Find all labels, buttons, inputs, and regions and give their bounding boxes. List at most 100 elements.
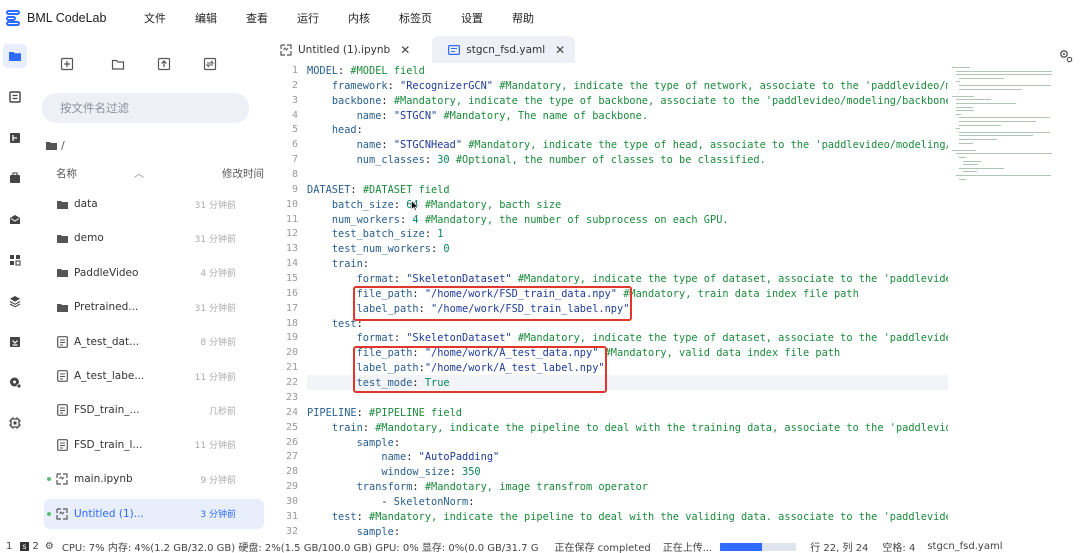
code-token: "SkeletonDataset" [406,273,512,286]
minimap-line [955,99,991,101]
code-line[interactable]: PIPELINE: #PIPELINE field [307,406,462,421]
menu-item-7[interactable]: 帮助 [512,10,534,26]
code-token: train [331,258,363,271]
menu-item-5[interactable]: 标签页 [399,10,432,26]
code-line[interactable]: format: "SkeletonDataset" #Mandatory, in… [307,272,948,287]
file-row[interactable]: PaddleVideo 4 分钟前 [44,258,264,288]
file-row[interactable]: A_test_dat... 8 分钟前 [44,327,264,357]
code-line[interactable]: test_num_workers: 0 [307,242,450,257]
code-line[interactable]: framework: "RecognizerGCN" #Mandatory, i… [307,79,948,94]
tab-stgcn-yaml[interactable]: stgcn_fsd.yaml ✕ [432,36,576,63]
file-modified-time: 4 分钟前 [200,269,236,280]
breadcrumb[interactable]: / [46,139,65,152]
activity-mail-button[interactable] [3,207,27,231]
code-line[interactable]: test: [307,317,363,332]
app-logo[interactable]: BML CodeLab [0,10,140,26]
activity-apps-button[interactable] [3,248,27,272]
activity-folder-button[interactable] [3,44,27,68]
menu-item-0[interactable]: 文件 [144,10,166,26]
close-icon[interactable]: ✕ [400,43,410,57]
status-count-1[interactable]: 1 [6,541,12,552]
cursor-position[interactable]: 行 22, 列 24 [810,540,868,553]
file-row[interactable]: data 31 分钟前 [44,189,264,219]
editor-tabs: Untitled (1).ipynb ✕ stgcn_fsd.yaml ✕ [264,36,1044,63]
file-row[interactable]: main.ipynb 9 分钟前 [44,464,264,494]
breadcrumb-path: / [61,139,65,152]
close-icon[interactable]: ✕ [555,43,565,57]
file-row[interactable]: FSD_train_... 几秒前 [44,395,264,425]
code-token: : [393,525,401,538]
minimap-line [955,113,962,115]
code-line[interactable]: test: #Mandatory, indicate the pipeline … [307,510,948,525]
code-line[interactable]: train: [307,257,369,272]
file-name: main.ipynb [74,473,133,486]
code-line[interactable]: window_size: 350 [307,465,480,480]
code-token: PIPELINE [307,406,357,419]
code-line[interactable]: format: "SkeletonDataset" #Mandatory, in… [307,331,948,346]
code-line[interactable]: num_classes: 30 #Optional, the number of… [307,153,766,168]
code-token: : [412,481,425,494]
menu-item-1[interactable]: 编辑 [195,10,217,26]
code-editor[interactable]: 1 2 3 4 5 6 7 8 9 10 11 12 13 14 15 16 17 18 19 20 21 22 23 24 2… [264,63,948,540]
upload-button[interactable] [156,56,172,72]
code-line[interactable]: test_batch_size: 1 [307,227,444,242]
code-line[interactable]: sample: [307,436,400,451]
refresh-button[interactable] [202,56,218,72]
settings-gear-icon[interactable] [1058,48,1074,64]
apps-icon [10,255,21,266]
column-modified[interactable]: 修改时间 [222,166,264,181]
code-line[interactable]: name: "AutoPadding" [307,450,499,465]
minimap[interactable] [948,63,1064,193]
menu-item-4[interactable]: 内核 [348,10,370,26]
code-line[interactable]: name: "STGCN" #Mandatory, The name of ba… [307,109,648,124]
file-row[interactable]: Untitled (1)... 3 分钟前 [44,498,264,529]
folder-icon [9,52,21,61]
indent-setting[interactable]: 空格: 4 [882,540,915,553]
code-line[interactable]: file_path: "/home/work/FSD_train_data.np… [307,287,859,302]
code-line[interactable]: backbone: #Mandatory, indicate the type … [307,94,948,109]
code-line[interactable]: transform: #Mandotary, image transfrom o… [307,480,648,495]
code-line[interactable]: head: [307,123,363,138]
yaml-icon [448,44,461,55]
activity-chip-button[interactable] [3,411,27,435]
code-line[interactable]: DATASET: #DATASET field [307,183,450,198]
sort-chevron-icon[interactable]: ︿ [134,165,144,180]
code-line[interactable]: sample: [307,525,400,540]
new-file-button[interactable] [59,56,75,72]
code-line[interactable]: test_mode: True [307,376,450,391]
code-line[interactable]: train: #Mandotary, indicate the pipeline… [307,421,948,436]
file-row[interactable]: demo 31 分钟前 [44,223,264,253]
activity-toolbox-button[interactable] [3,166,27,190]
code-token: #Mandatory, train data index file path [623,287,859,300]
code-line[interactable]: label_path:"/home/work/A_test_label.npy" [307,361,605,376]
menu-item-6[interactable]: 设置 [461,10,483,26]
code-line[interactable]: num_workers: 4 #Mandatory, the number of… [307,213,729,228]
activity-gear-shield-button[interactable] [3,370,27,394]
menu-item-3[interactable]: 运行 [297,10,319,26]
file-row[interactable]: FSD_train_l... 11 分钟前 [44,430,264,460]
activity-download-button[interactable] [3,330,27,354]
line-number: 29 [285,481,298,493]
code-line[interactable]: label_path: "/home/work/FSD_train_label.… [307,302,630,317]
minimap-line [952,95,974,97]
file-row[interactable]: Pretrained... 31 分钟前 [44,292,264,322]
column-name[interactable]: 名称 [56,166,77,181]
status-count-2[interactable]: 2 [33,541,39,552]
menu-item-2[interactable]: 查看 [246,10,268,26]
code-line[interactable]: - SkeletonNorm: [307,495,474,510]
code-line[interactable]: batch_size: 64 #Mandatory, bacth size [307,198,561,213]
file-filter-input[interactable] [42,93,249,123]
code-line[interactable]: file_path: "/home/work/A_test_data.npy" … [307,346,841,361]
code-token: "/home/work/FSD_train_data.npy" [424,287,617,300]
new-folder-button[interactable] [110,56,126,72]
activity-layers-button[interactable] [3,289,27,313]
tab-untitled-notebook[interactable]: Untitled (1).ipynb ✕ [264,36,420,63]
file-row[interactable]: A_test_labe... 11 分钟前 [44,361,264,391]
activity-list-button[interactable] [3,85,27,109]
activity-debug-button[interactable] [3,126,27,150]
kernel-icon[interactable]: ⚙ [45,541,54,552]
code-token: train [331,421,363,434]
code-line[interactable]: MODEL: #MODEL field [307,64,425,79]
code-line[interactable]: name: "STGCNHead" #Mandatory, indicate t… [307,138,948,153]
